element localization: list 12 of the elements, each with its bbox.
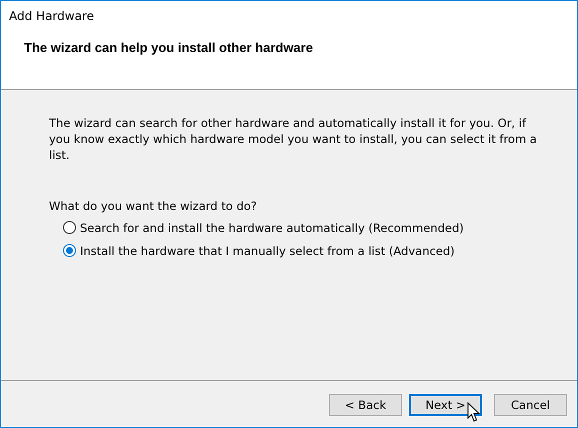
header-title: The wizard can help you install other hardware — [24, 40, 313, 55]
wizard-button[interactable]: < Back — [329, 394, 402, 416]
description-text: The wizard can search for other hardware and automatically install it for you. Or, if you know exactly which hardware model you want to install, you can select it from a list. — [49, 115, 538, 163]
radio-button[interactable] — [63, 244, 76, 257]
wizard-button[interactable]: Cancel — [494, 394, 567, 416]
radio-option[interactable]: Search for and install the hardware automatically (Recommended) — [63, 219, 464, 236]
question-text: What do you want the wizard to do? — [49, 199, 257, 213]
radio-button[interactable] — [63, 221, 76, 234]
wizard-button[interactable]: Next > — [409, 394, 482, 416]
cursor-icon — [467, 402, 481, 423]
window-title: Add Hardware — [9, 9, 94, 23]
radio-option[interactable]: Install the hardware that I manually select from a list (Advanced) — [63, 242, 464, 259]
